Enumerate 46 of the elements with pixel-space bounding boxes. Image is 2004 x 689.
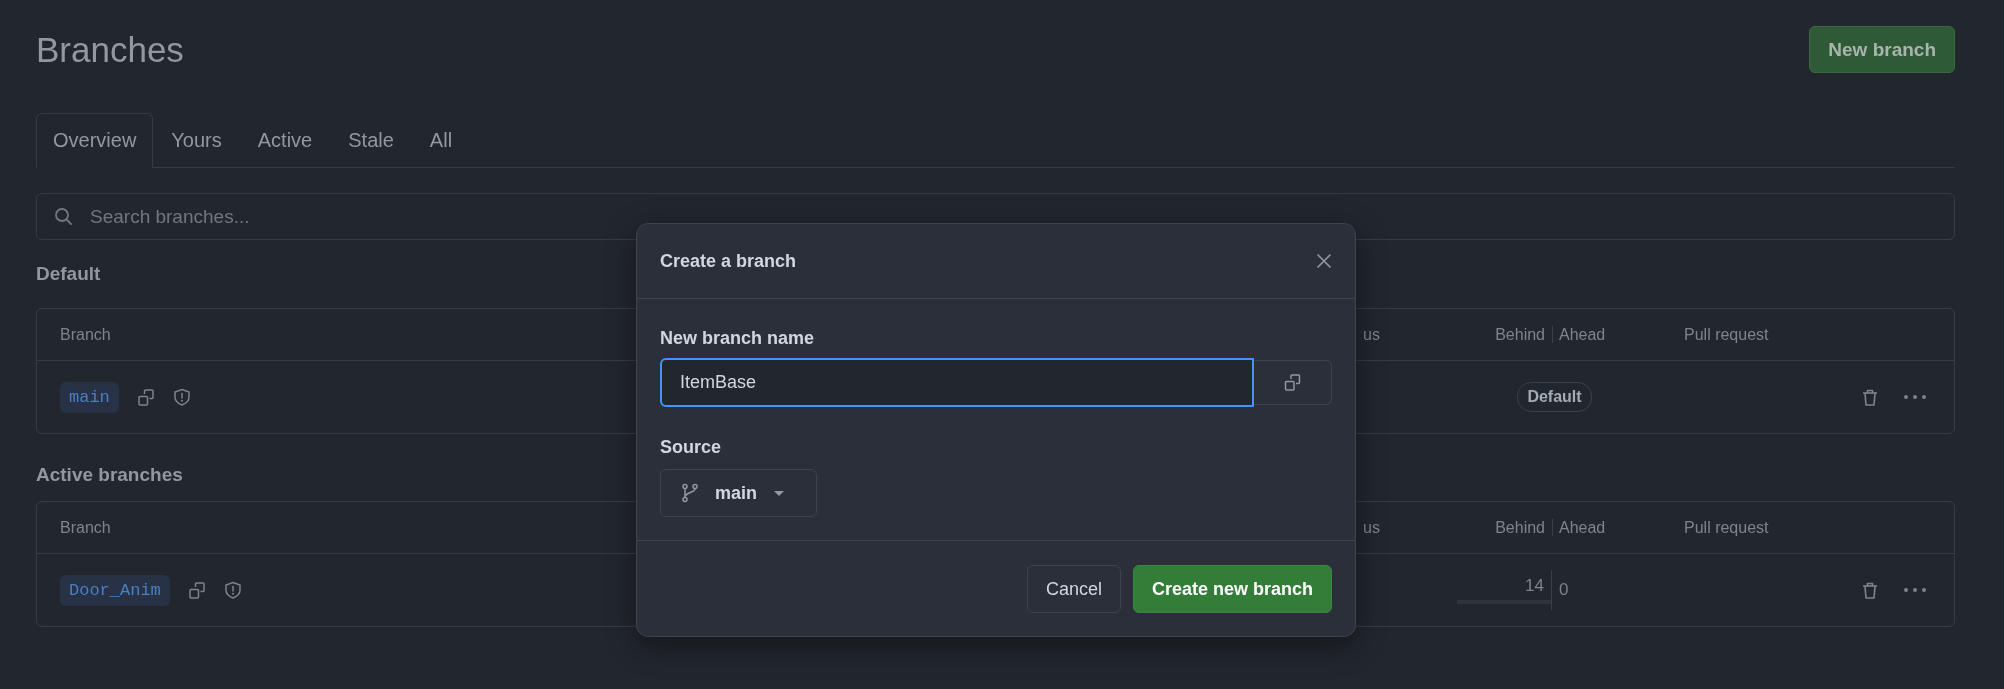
copy-icon[interactable] bbox=[136, 387, 155, 407]
copy-button[interactable] bbox=[1254, 360, 1332, 405]
column-header: Pull request bbox=[1684, 518, 1769, 536]
column-header: Ahead bbox=[1552, 325, 1606, 343]
column-header: us bbox=[1363, 325, 1380, 343]
source-dropdown[interactable]: main bbox=[660, 469, 817, 517]
search-icon bbox=[54, 207, 73, 226]
caret-icon bbox=[773, 489, 785, 497]
page-title: Branches bbox=[36, 29, 184, 70]
shield-icon[interactable] bbox=[172, 387, 191, 407]
tab[interactable]: All bbox=[411, 113, 471, 167]
branch-icon bbox=[681, 483, 699, 503]
section-heading: Active branches bbox=[36, 463, 183, 487]
section-heading: Default bbox=[36, 262, 101, 286]
more-icon[interactable] bbox=[1903, 394, 1927, 400]
new-branch-button[interactable]: New branch bbox=[1809, 26, 1955, 73]
tab[interactable]: Active bbox=[239, 113, 331, 167]
default-label: Default bbox=[1517, 382, 1592, 412]
behind-count: 14 bbox=[1525, 576, 1545, 596]
column-header: Behind bbox=[1495, 518, 1545, 536]
column-header: Branch bbox=[60, 518, 111, 537]
branch-name-link[interactable]: main bbox=[60, 381, 119, 413]
copy-icon bbox=[1283, 373, 1302, 392]
field-label: New branch name bbox=[660, 327, 816, 349]
column-header: Pull request bbox=[1684, 325, 1769, 343]
tab[interactable]: Stale bbox=[330, 113, 412, 167]
create-branch-button[interactable]: Create new branch bbox=[1132, 565, 1332, 613]
trash-icon[interactable] bbox=[1861, 387, 1879, 407]
branch-name-link[interactable]: Door_Anim bbox=[60, 574, 170, 606]
dialog-title: Create a branch bbox=[660, 250, 797, 272]
column-header: Ahead bbox=[1552, 518, 1606, 536]
branch-name-field[interactable]: ItemBase bbox=[660, 358, 1254, 407]
close-icon[interactable] bbox=[1316, 253, 1332, 269]
tab[interactable]: Overview bbox=[36, 113, 154, 168]
column-header: Branch bbox=[60, 325, 111, 344]
trash-icon[interactable] bbox=[1861, 580, 1879, 600]
shield-icon[interactable] bbox=[223, 580, 242, 600]
search-field[interactable]: Search branches... bbox=[36, 193, 1955, 240]
field-label: Source bbox=[660, 436, 723, 458]
copy-icon[interactable] bbox=[187, 580, 206, 600]
ahead-count: 0 bbox=[1559, 580, 1569, 599]
cancel-button[interactable]: Cancel bbox=[1026, 565, 1121, 613]
column-header: us bbox=[1363, 518, 1380, 536]
column-header: Behind bbox=[1495, 325, 1545, 343]
tab[interactable]: Yours bbox=[153, 113, 240, 167]
more-icon[interactable] bbox=[1903, 587, 1927, 593]
